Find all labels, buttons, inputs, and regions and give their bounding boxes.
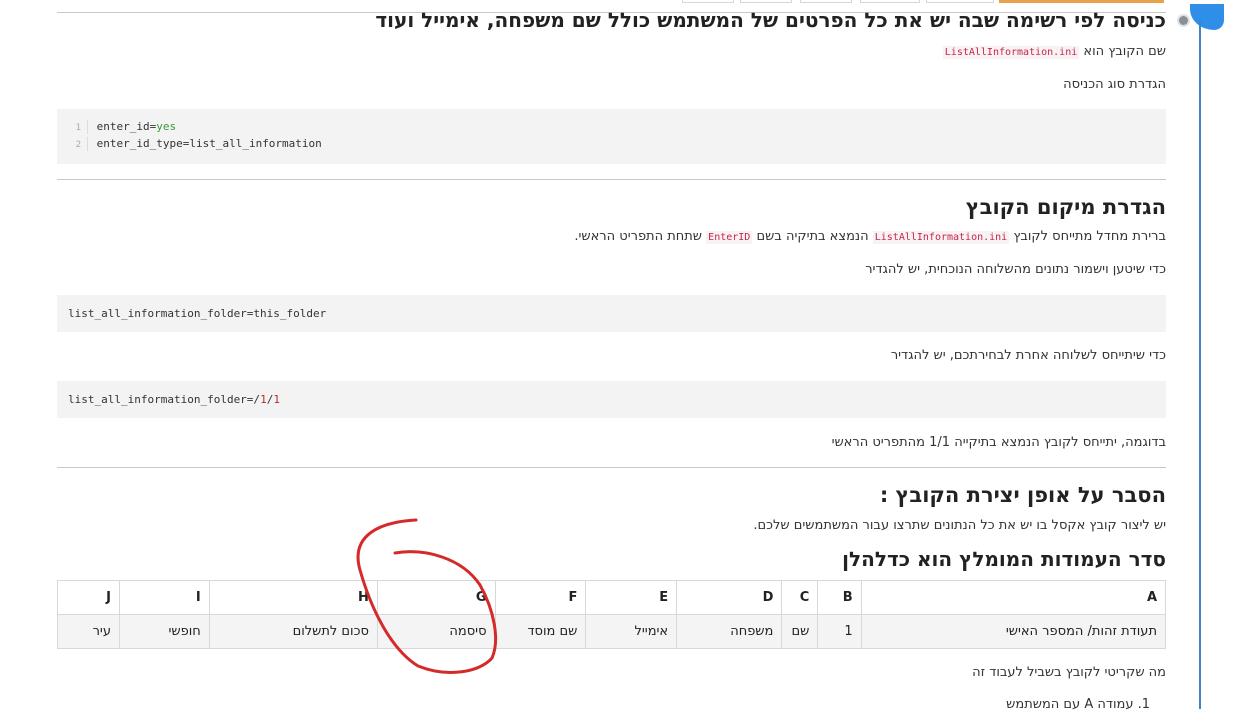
code-line: 1 enter_id=yes [57,120,176,134]
column-header: B [817,580,862,615]
code-key: enter_id_type=list_all_information [96,137,322,150]
column-header: G [376,580,496,615]
table-cell: אימייל [585,614,678,649]
code-line: list_all_information_folder=/1/1 [68,393,280,406]
section-title: הסבר על אופן יצירת הקובץ : [879,483,1166,507]
column-header: H [208,580,378,615]
desc-text: שתחת התפריט הראשי. [574,229,703,244]
column-header: J [57,580,120,615]
table-cell: תעודת זהות/ המספר האישי [860,614,1167,649]
excel-desc: יש ליצור קובץ אקסל בו יש את כל הנתונים ש… [753,518,1166,533]
divider [57,179,1166,180]
example-text: בדוגמה, יתייחס לקובץ הנמצא בתיקייה 1/1 מ… [831,435,1166,450]
scroll-indicator-icon [1190,4,1224,30]
column-header: A [860,580,1167,615]
desc-code: ListAllInformation.ini [872,231,1010,244]
other-branch-label: כדי שיתייחס לשלוחה אחרת לבחירתכם, יש להג… [890,348,1166,363]
table-row: תעודת זהות/ המספר האישי 1 שם משפחה אימיי… [57,614,1167,649]
line-number: 1 [75,123,81,133]
entry-type-label: הגדרת סוג הכניסה [1063,77,1166,92]
columns-table: A B C D E F G H I J תעודת זהות/ המספר הא… [57,580,1167,649]
file-name-code: ListAllInformation.ini [942,46,1080,59]
desc-text: ברירת מחדל מתייחס לקובץ [1013,229,1166,244]
table-cell: סיסמה [376,614,496,649]
file-name-line: שם הקובץ הוא ListAllInformation.ini [942,44,1166,59]
column-header: I [118,580,210,615]
columns-subtitle: סדר העמודות המומלץ הוא כדלהלן [842,547,1166,571]
code-number: 1 [260,393,267,406]
list-item: 1. עמודה A עם המשתמש [1006,697,1150,712]
current-branch-label: כדי שיטען וישמור נתונים מהשלוחה הנוכחית,… [865,262,1166,277]
column-header: F [494,580,587,615]
table-cell: שם מוסד [494,614,587,649]
desc-text: הנמצא בתיקיה בשם [756,229,869,244]
file-name-prefix: שם הקובץ הוא [1083,44,1166,59]
table-cell: 1 [817,614,862,649]
main-content: כניסה לפי רשימה שבה יש את כל הפרטים של ה… [57,0,1167,712]
column-header: C [781,580,819,615]
section-title: כניסה לפי רשימה שבה יש את כל הפרטים של ה… [375,8,1166,32]
code-block-other-folder: list_all_information_folder=/1/1 [57,381,1166,418]
code-block-current-folder: list_all_information_folder=this_folder [57,295,1166,332]
section-title: הגדרת מיקום הקובץ [965,195,1166,219]
column-header: E [585,580,678,615]
table-cell: שם [781,614,819,649]
timeline-line [1199,20,1201,709]
line-number: 2 [75,140,81,150]
table-cell: משפחה [676,614,783,649]
table-cell: חופשי [118,614,210,649]
file-location-desc: ברירת מחדל מתייחס לקובץ ListAllInformati… [574,229,1166,244]
column-header: D [676,580,783,615]
script-note: מה שקריטי לקובץ בשביל לעבוד זה [972,665,1166,680]
code-key: enter_id= [96,120,157,133]
table-cell: סכום לתשלום [208,614,378,649]
code-key: list_all_information_folder=/ [68,393,261,406]
code-value: yes [156,120,177,133]
code-block-entry-type: 1 enter_id=yes 2 enter_id_type=list_all_… [57,109,1166,164]
divider [57,467,1166,468]
table-cell: עיר [57,614,120,649]
code-line: 2 enter_id_type=list_all_information [57,137,322,151]
timeline-bullet-icon [1177,14,1190,27]
desc-code: EnterID [706,231,753,244]
code-line: list_all_information_folder=this_folder [68,307,327,320]
code-number: 1 [273,393,280,406]
table-header-row: A B C D E F G H I J [57,580,1167,615]
